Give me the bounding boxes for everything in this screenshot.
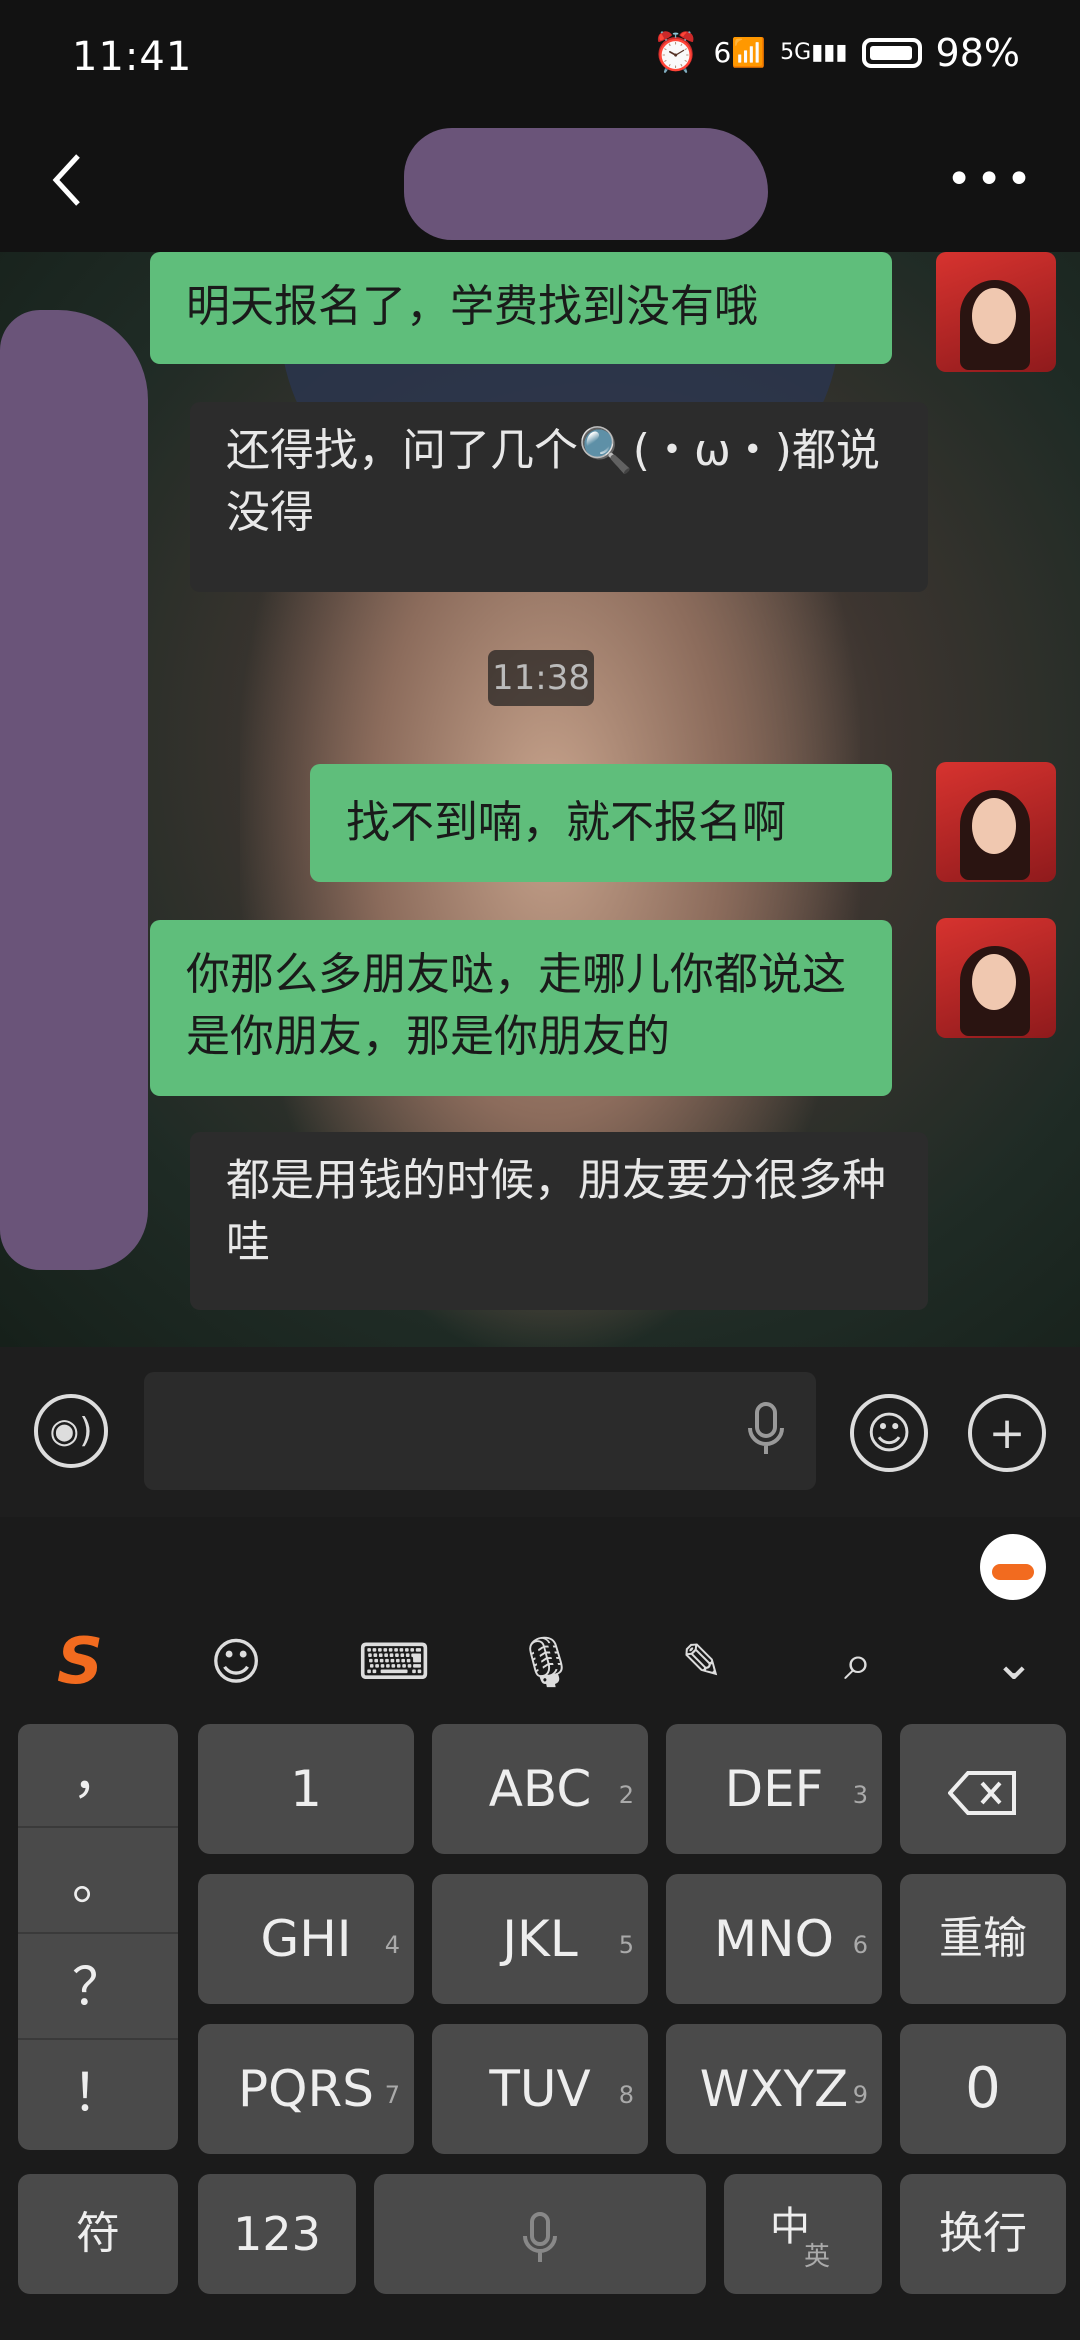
message-bubble[interactable]: 明天报名了，学费找到没有哦 <box>150 252 892 364</box>
punct-key[interactable]: ， <box>18 1724 178 1828</box>
emoji-icon[interactable]: ☺ <box>850 1394 928 1472</box>
chevron-left-icon[interactable] <box>46 150 90 210</box>
status-bar: 11:41 ⏰ 6📶 5G▮▮▮ 98% <box>0 0 1080 120</box>
sender-avatar-obscured <box>0 310 148 1270</box>
symbols-key[interactable]: 符 <box>18 2174 178 2294</box>
numbers-key[interactable]: 123 <box>198 2174 356 2294</box>
message-timestamp: 11:38 <box>488 650 594 706</box>
key-def[interactable]: DEF 3 <box>666 1724 882 1854</box>
more-icon[interactable]: ••• <box>946 158 1036 202</box>
punct-key[interactable]: 。 <box>18 1830 178 1934</box>
emoji-icon[interactable]: ☺ <box>204 1630 268 1694</box>
sogou-logo[interactable]: S <box>44 1630 116 1694</box>
key-jkl[interactable]: JKL 5 <box>432 1874 648 2004</box>
key-mno[interactable]: MNO 6 <box>666 1874 882 2004</box>
backspace-icon[interactable] <box>900 1724 1066 1854</box>
avatar[interactable] <box>936 762 1056 882</box>
wifi-icon: 6📶 <box>713 36 767 69</box>
pen-icon[interactable]: ✎ <box>670 1630 734 1694</box>
chevron-down-icon[interactable]: ⌄ <box>982 1630 1046 1694</box>
status-icons: ⏰ 6📶 5G▮▮▮ 98% <box>652 30 1020 75</box>
message-bubble[interactable]: 还得找，问了几个🔍(・ω・)都说没得 <box>190 402 928 592</box>
punct-key[interactable]: ！ <box>18 2042 178 2146</box>
search-icon[interactable]: ⌕ <box>826 1630 890 1694</box>
key-abc[interactable]: ABC 2 <box>432 1724 648 1854</box>
message-bubble[interactable]: 都是用钱的时候，朋友要分很多种哇 <box>190 1132 928 1310</box>
key-wxyz[interactable]: WXYZ 9 <box>666 2024 882 2154</box>
battery-icon <box>861 37 922 68</box>
contact-name-obscured <box>404 128 768 240</box>
punct-key[interactable]: ？ <box>18 1936 178 2040</box>
enter-key[interactable]: 换行 <box>900 2174 1066 2294</box>
mic-icon[interactable]: 🎙 <box>514 1630 578 1694</box>
cellular-icon: 5G▮▮▮ <box>780 40 848 65</box>
plus-icon[interactable]: + <box>968 1394 1046 1472</box>
voice-icon[interactable]: ◉) <box>34 1394 108 1468</box>
status-time: 11:41 <box>72 34 193 80</box>
punctuation-column: ， 。 ？ ！ <box>18 1724 178 2150</box>
avatar[interactable] <box>936 918 1056 1038</box>
key-1[interactable]: 1 <box>198 1724 414 1854</box>
key-ghi[interactable]: GHI 4 <box>198 1874 414 2004</box>
mic-icon <box>523 2211 557 2262</box>
key-tuv[interactable]: TUV 8 <box>432 2024 648 2154</box>
avatar[interactable] <box>936 252 1056 372</box>
key-0[interactable]: 0 <box>900 2024 1066 2154</box>
mascot-icon[interactable] <box>980 1534 1046 1600</box>
key-pqrs[interactable]: PQRS 7 <box>198 2024 414 2154</box>
message-bubble[interactable]: 找不到喃，就不报名啊 <box>310 764 892 882</box>
alarm-icon: ⏰ <box>652 30 700 74</box>
language-switch-key[interactable]: 中 英 <box>724 2174 882 2294</box>
reenter-key[interactable]: 重输 <box>900 1874 1066 2004</box>
keyboard-icon[interactable]: ⌨ <box>358 1630 430 1694</box>
space-key[interactable] <box>374 2174 706 2294</box>
message-input[interactable] <box>144 1372 816 1490</box>
battery-percent: 98% <box>935 30 1020 75</box>
message-bubble[interactable]: 你那么多朋友哒，走哪儿你都说这是你朋友，那是你朋友的 <box>150 920 892 1096</box>
mic-icon[interactable] <box>746 1402 786 1458</box>
